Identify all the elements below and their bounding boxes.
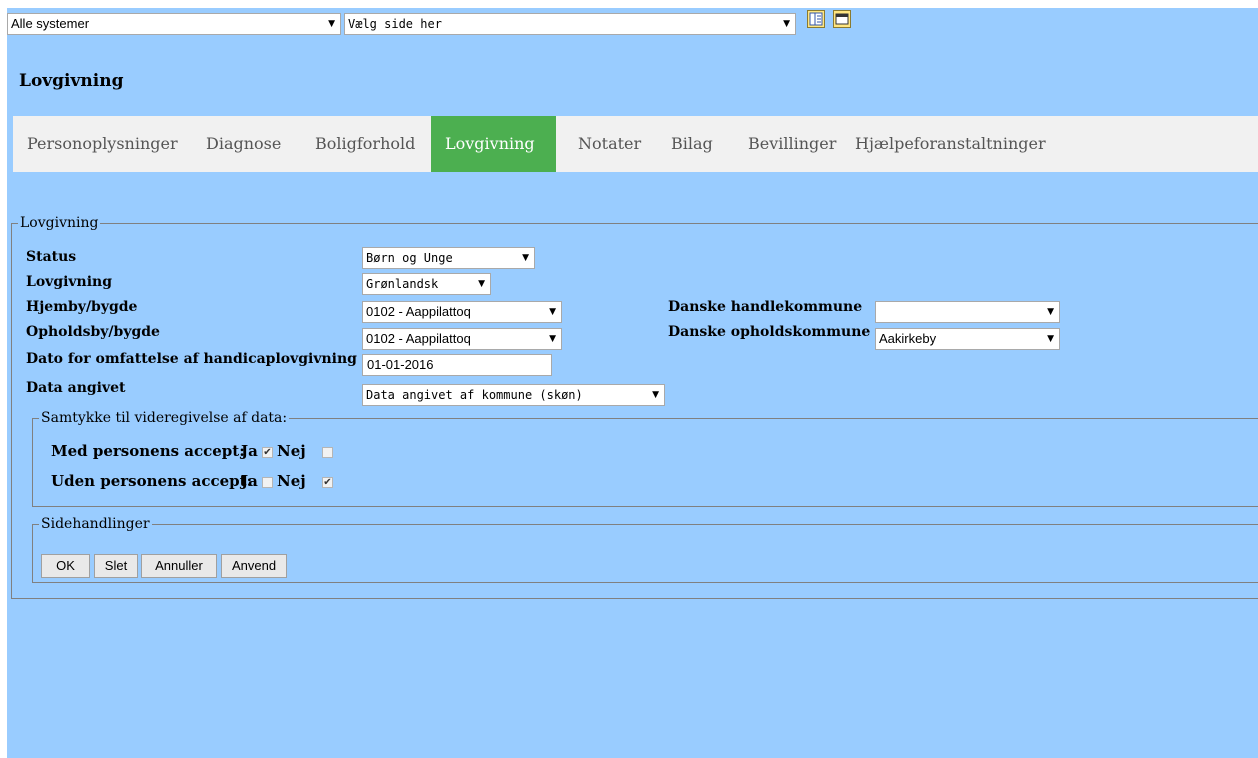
consent-legend: Samtykke til videregivelse af data:: [39, 409, 290, 427]
cancel-button[interactable]: Annuller: [141, 554, 217, 578]
opholdskommune-select[interactable]: Aakirkeby ▼: [875, 328, 1060, 350]
with-nej-checkbox[interactable]: [322, 447, 333, 458]
page-select-value: Vælg side her: [348, 17, 442, 31]
chevron-down-icon: ▼: [652, 390, 659, 400]
opholdskommune-select-value: Aakirkeby: [879, 331, 937, 346]
chevron-down-icon: ▼: [478, 279, 485, 289]
hjemby-label: Hjemby/bygde: [26, 299, 138, 315]
window-icon[interactable]: [833, 10, 851, 28]
with-ja-label: Ja: [241, 442, 258, 460]
chevron-down-icon: ▼: [549, 307, 556, 317]
chevron-down-icon: ▼: [328, 19, 335, 29]
lovgivning-select[interactable]: Grønlandsk ▼: [362, 273, 491, 295]
tab-bilag[interactable]: Bilag: [657, 116, 727, 172]
data-angivet-select-value: Data angivet af kommune (skøn): [366, 388, 583, 402]
without-ja-checkbox[interactable]: [262, 477, 273, 488]
opholdsby-select-value: 0102 - Aappilattoq: [366, 331, 471, 346]
page-background: Alle systemer ▼ Vælg side her ▼ Lovgivni…: [7, 8, 1258, 758]
hjemby-select[interactable]: 0102 - Aappilattoq ▼: [362, 301, 562, 323]
status-select-value: Børn og Unge: [366, 251, 453, 265]
tab-bevillinger[interactable]: Bevillinger: [734, 116, 850, 172]
opholdskommune-label: Danske opholdskommune: [668, 324, 871, 340]
without-ja-label: Ja: [241, 472, 258, 490]
handlekommune-select[interactable]: ▼: [875, 301, 1060, 323]
tab-personoplysninger[interactable]: Personoplysninger: [13, 116, 192, 172]
apply-button[interactable]: Anvend: [221, 554, 287, 578]
chevron-down-icon: ▼: [522, 253, 529, 263]
data-angivet-select[interactable]: Data angivet af kommune (skøn) ▼: [362, 384, 665, 406]
dato-input[interactable]: 01-01-2016: [362, 354, 552, 376]
check-icon: ✔: [263, 447, 272, 458]
tab-lovgivning[interactable]: Lovgivning: [431, 116, 556, 172]
hjemby-select-value: 0102 - Aappilattoq: [366, 304, 471, 319]
with-consent-label: Med personens accept:: [51, 442, 245, 460]
lovgivning-legend: Lovgivning: [18, 214, 101, 232]
ok-button[interactable]: OK: [41, 554, 90, 578]
chevron-down-icon: ▼: [1047, 334, 1054, 344]
opholdsby-select[interactable]: 0102 - Aappilattoq ▼: [362, 328, 562, 350]
with-ja-checkbox[interactable]: ✔: [262, 447, 273, 458]
chevron-down-icon: ▼: [783, 19, 790, 29]
handlekommune-label: Danske handlekommune: [668, 299, 863, 315]
system-select-value: Alle systemer: [11, 16, 90, 31]
check-icon: ✔: [323, 477, 332, 488]
lovgivning-select-value: Grønlandsk: [366, 277, 439, 291]
tab-notater[interactable]: Notater: [564, 116, 655, 172]
system-select[interactable]: Alle systemer ▼: [7, 13, 341, 35]
chevron-down-icon: ▼: [549, 334, 556, 344]
dato-label: Dato for omfattelse af handicaplovgivnin…: [26, 351, 357, 367]
data-angivet-label: Data angivet: [26, 380, 126, 396]
opholdsby-label: Opholdsby/bygde: [26, 324, 160, 340]
without-nej-checkbox[interactable]: ✔: [322, 477, 333, 488]
status-select[interactable]: Børn og Unge ▼: [362, 247, 535, 269]
without-nej-label: Nej: [277, 472, 306, 490]
tab-bar: Personoplysninger Diagnose Boligforhold …: [13, 116, 1258, 172]
consent-fieldset: Samtykke til videregivelse af data:: [32, 409, 1258, 507]
actions-legend: Sidehandlinger: [39, 515, 152, 533]
page-title: Lovgivning: [19, 71, 124, 91]
tab-boligforhold[interactable]: Boligforhold: [301, 116, 429, 172]
delete-button[interactable]: Slet: [94, 554, 138, 578]
chevron-down-icon: ▼: [1047, 307, 1054, 317]
without-consent-label: Uden personens accept:: [51, 472, 253, 490]
with-nej-label: Nej: [277, 442, 306, 460]
lovgivning-label: Lovgivning: [26, 274, 113, 290]
status-label: Status: [26, 249, 77, 265]
tab-hjaelpeforanstaltninger[interactable]: Hjælpeforanstaltninger: [841, 116, 1060, 172]
page-select[interactable]: Vælg side her ▼: [344, 13, 796, 35]
layout-icon[interactable]: [807, 10, 825, 28]
tab-diagnose[interactable]: Diagnose: [192, 116, 295, 172]
